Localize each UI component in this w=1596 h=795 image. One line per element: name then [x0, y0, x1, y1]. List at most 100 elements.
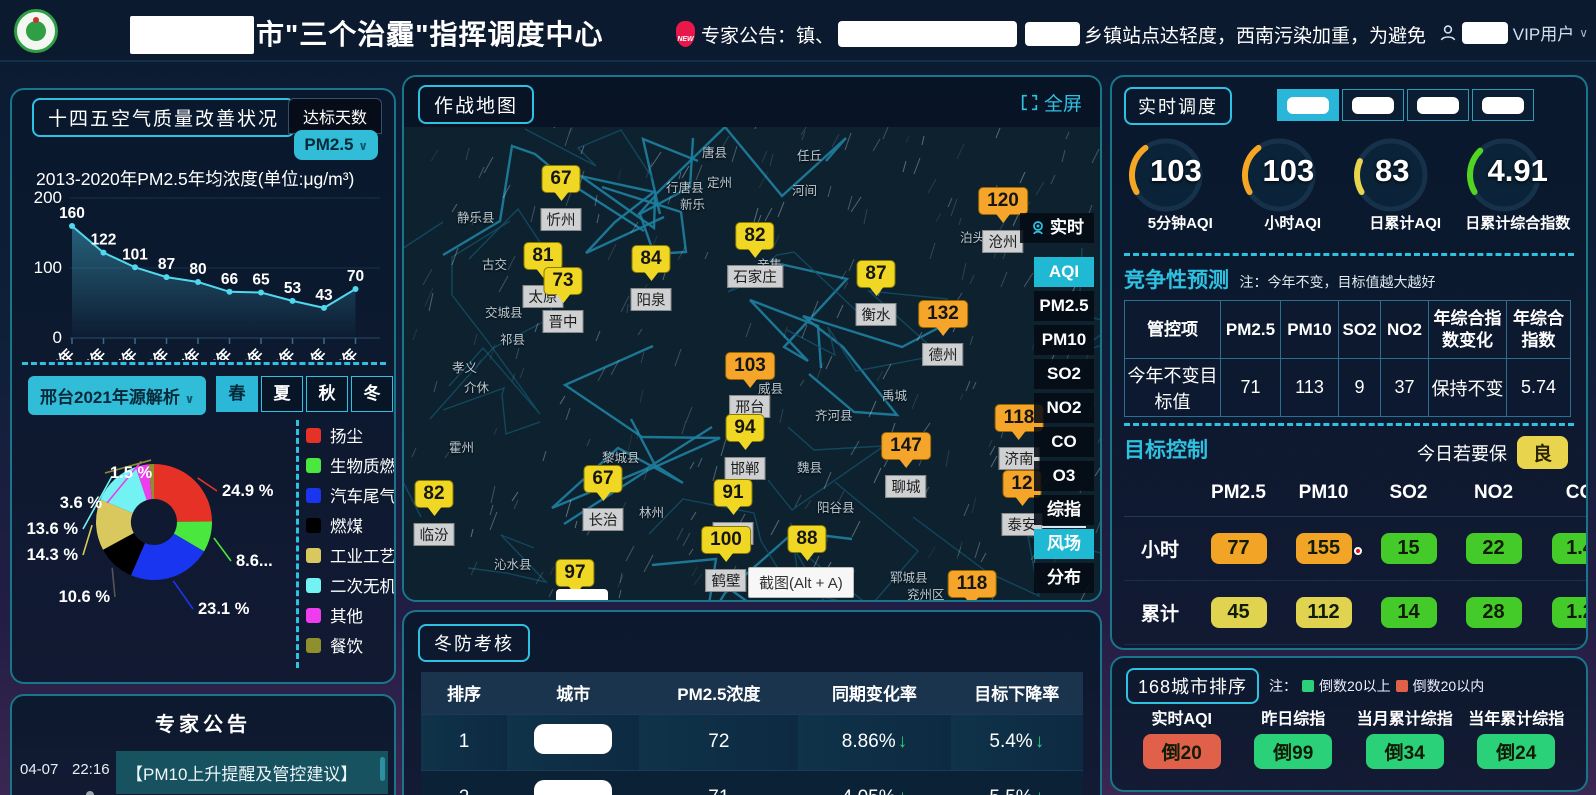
marker-value: 84 — [631, 245, 670, 273]
marker-tail-icon — [869, 287, 883, 303]
season-tab-春[interactable]: 春 — [216, 376, 258, 412]
legend-swatch — [306, 578, 321, 593]
ranking-legend-label: 倒数20以内 — [1413, 676, 1485, 696]
map-place-label: 介休 — [464, 377, 489, 396]
map-menu-实时[interactable]: 实时 — [1020, 213, 1094, 243]
map-canvas[interactable]: 静乐县唐县任丘定州行唐县新乐河间晋州辛集泊头古交交城县祁县孝义介休霍州黎城县林州… — [404, 127, 1100, 602]
dispatch-header: 实时调度 — [1124, 87, 1574, 135]
map-menu-CO[interactable]: CO — [1034, 427, 1094, 457]
map-marker-忻州[interactable]: 67忻州 — [541, 165, 582, 231]
ranking-badge: 倒99 — [1254, 734, 1332, 769]
map-place-label: 林州 — [639, 502, 664, 521]
map-menu-SO2[interactable]: SO2 — [1034, 359, 1094, 389]
map-marker-石家庄[interactable]: 82石家庄 — [727, 222, 783, 288]
map-place-label: 唐县 — [702, 142, 727, 161]
announcement-bar: NEW 专家公告： 镇、 乡镇站点达轻度，西南污染加重，为避免 — [676, 18, 1426, 50]
marker-city-label: 阳泉 — [631, 288, 672, 311]
map-marker-长治[interactable]: 67长治 — [583, 465, 624, 531]
map-menu-O3[interactable]: O3 — [1034, 461, 1094, 491]
svg-text:100: 100 — [34, 258, 62, 277]
marker-value: 132 — [918, 300, 968, 328]
target-value-badge: 14 — [1381, 597, 1437, 628]
map-marker-德州[interactable]: 132 德州 — [918, 300, 968, 366]
gauge-label: 日累计综合指数 — [1462, 215, 1575, 233]
redacted-username — [1462, 22, 1508, 44]
prediction-row: 今年不变目标值71113937保持不变5.74 — [1125, 359, 1571, 417]
svg-text:200: 200 — [34, 188, 62, 207]
svg-text:8.6...: 8.6... — [236, 552, 273, 570]
legend-label: 燃煤 — [330, 513, 363, 537]
dispatch-tab-4[interactable] — [1472, 89, 1534, 121]
marker-city-label: 德州 — [922, 343, 963, 366]
map-marker-邯郸[interactable]: 94邯郸 — [725, 414, 766, 480]
announcement-message[interactable]: 【PM10上升提醒及管控建议】 — [116, 751, 388, 794]
legend-item: 餐饮 — [306, 630, 396, 660]
dispatch-tab-3[interactable] — [1407, 89, 1469, 121]
ranking-legend-label: 倒数20以上 — [1319, 676, 1391, 696]
map-marker-邢台[interactable]: 103邢台 — [725, 352, 775, 418]
realtime-icon — [1030, 220, 1046, 236]
map-place-label: 魏县 — [797, 457, 822, 476]
marker-city-label: 忻州 — [541, 208, 582, 231]
map-menu-PM10[interactable]: PM10 — [1034, 325, 1094, 355]
dispatch-tab-2[interactable] — [1342, 89, 1404, 121]
map-marker-鹤壁[interactable]: 100鹤壁 — [701, 526, 751, 592]
winter-col-header: 目标下降率 — [951, 672, 1083, 714]
map-header: 作战地图 全屏 — [404, 77, 1100, 127]
announcement-text: 乡镇站点达轻度，西南污染加重，为避免 — [1084, 21, 1426, 48]
map-menu-分布[interactable]: 分布 — [1034, 563, 1094, 593]
air-panel-title: 十四五空气质量改善状况 — [32, 98, 295, 137]
chevron-down-icon: ∨ — [358, 139, 368, 153]
map-marker-聊城[interactable]: 147聊城 — [881, 432, 931, 498]
legend-item: 扬尘 — [306, 420, 396, 450]
announcement-time: 22:16 — [72, 761, 116, 778]
marker-tail-icon — [936, 327, 950, 343]
ranking-columns: 实时AQI倒20昨日综指倒99当月累计综指倒34当年累计综指倒24 — [1126, 710, 1572, 769]
map-marker-118[interactable]: 118 — [948, 570, 997, 602]
gauge-日累计综合指数: 4.91日累计综合指数 — [1462, 135, 1575, 247]
gauge-label: 小时AQI — [1237, 215, 1350, 233]
map-place-label: 祁县 — [500, 329, 525, 348]
marker-tail-icon — [719, 553, 733, 569]
down-arrow-icon: ↓ — [898, 731, 908, 752]
pollutant-select[interactable]: PM2.5 ∨ — [294, 130, 378, 160]
season-tab-夏[interactable]: 夏 — [261, 376, 303, 412]
target-control-table: PM2.5PM10SO2NO2CO小时7715515221.4累计4511214… — [1124, 470, 1588, 650]
season-tab-秋[interactable]: 秋 — [306, 376, 348, 412]
ranking-col-header: 当月累计综指 — [1349, 710, 1461, 730]
cursor-dot — [1354, 547, 1362, 555]
ranking-column-昨日综指: 昨日综指倒99 — [1238, 710, 1350, 769]
map-marker-临汾[interactable]: 82临汾 — [414, 480, 455, 546]
marker-city-label: 鹤壁 — [705, 569, 746, 592]
map-menu-风场[interactable]: 风场 — [1034, 529, 1094, 559]
target-value-badge: 28 — [1466, 597, 1522, 628]
marker-value: 88 — [787, 525, 826, 553]
winter-col-header: 排序 — [421, 672, 507, 714]
dispatch-tab-1[interactable] — [1277, 89, 1339, 121]
marker-value: 73 — [543, 267, 582, 295]
map-marker-88[interactable]: 88 — [787, 525, 826, 568]
chevron-down-icon: ∨ — [1579, 26, 1588, 40]
fullscreen-button[interactable]: 全屏 — [1021, 89, 1082, 116]
map-menu-综指[interactable]: 综指 — [1034, 495, 1094, 525]
map-marker-阳泉[interactable]: 84 阳泉 — [631, 245, 672, 311]
marker-tail-icon — [743, 379, 757, 395]
announcement-prefix: 镇、 — [796, 21, 834, 48]
map-menu-NO2[interactable]: NO2 — [1034, 393, 1094, 423]
announcement-item[interactable]: 04-07 22:16 【PM10上升提醒及管控建议】 — [20, 751, 388, 794]
standard-days-button[interactable]: 达标天数 — [288, 98, 382, 134]
aqi-gauges: 1035分钟AQI103小时AQI83日累计AQI4.91日累计综合指数 — [1124, 135, 1574, 247]
user-menu[interactable]: VIP用户 ∨ — [1439, 20, 1588, 45]
city-ranking-panel: 168城市排序 注：倒数20以上倒数20以内 实时AQI倒20昨日综指倒99当月… — [1110, 656, 1588, 792]
season-tab-冬[interactable]: 冬 — [351, 376, 393, 412]
map-marker-衡水[interactable]: 87衡水 — [856, 260, 897, 326]
map-menu-PM2.5[interactable]: PM2.5 — [1034, 291, 1094, 321]
map-marker-晋中[interactable]: 73晋中 — [543, 267, 584, 333]
map-menu-AQI[interactable]: AQI — [1034, 257, 1094, 287]
legend-divider — [296, 420, 299, 668]
winter-assessment-table: 排序城市PM2.5浓度同期变化率目标下降率1728.86%↓5.4%↓2714.… — [421, 672, 1083, 795]
prediction-title: 竞争性预测 — [1124, 264, 1229, 294]
legend-square-icon — [1302, 680, 1314, 692]
marker-value: 118 — [948, 570, 997, 598]
target-value-badge: 1.4 — [1552, 533, 1588, 564]
